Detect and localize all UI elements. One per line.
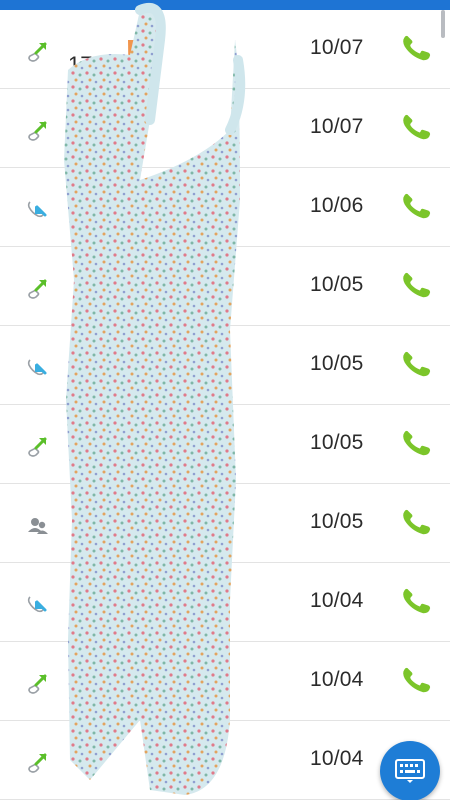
call-date: 10/05	[310, 273, 364, 296]
call-date: 10/04	[310, 668, 364, 691]
outgoing-call-icon	[24, 115, 52, 143]
dialpad-keyboard-icon	[395, 759, 425, 783]
call-date: 10/04	[310, 747, 364, 770]
outgoing-call-icon	[24, 747, 52, 775]
call-date: 10/07	[310, 36, 364, 59]
call-log-list: 10/07 10/07 10/06 10/05 10/05 10/05 10/05 10/04…	[0, 10, 450, 800]
call-date: 10/05	[310, 510, 364, 533]
call-back-button[interactable]	[398, 30, 434, 66]
call-log-row[interactable]: 10/05	[0, 484, 450, 563]
call-back-button[interactable]	[398, 425, 434, 461]
incoming-call-icon	[24, 589, 52, 617]
call-date: 10/05	[310, 352, 364, 375]
row-1-partial-number: 1705	[68, 52, 117, 77]
outgoing-call-icon	[24, 273, 52, 301]
call-back-button[interactable]	[398, 662, 434, 698]
call-log-row[interactable]: 10/04	[0, 563, 450, 642]
scroll-indicator[interactable]	[441, 10, 445, 38]
phone-icon	[398, 35, 434, 70]
call-log-row[interactable]: 10/07	[0, 89, 450, 168]
dialpad-button[interactable]	[380, 741, 440, 800]
call-date: 10/07	[310, 115, 364, 138]
phone-icon	[398, 430, 434, 465]
incoming-call-icon	[24, 194, 52, 222]
call-back-button[interactable]	[398, 583, 434, 619]
call-log-screen: 10/07 10/07 10/06 10/05 10/05 10/05 10/05 10/04…	[0, 0, 450, 800]
call-back-button[interactable]	[398, 504, 434, 540]
call-back-button[interactable]	[398, 188, 434, 224]
call-log-row[interactable]: 10/05	[0, 405, 450, 484]
outgoing-call-icon	[24, 36, 52, 64]
incoming-call-icon	[24, 352, 52, 380]
call-back-button[interactable]	[398, 267, 434, 303]
phone-icon	[398, 272, 434, 307]
outgoing-call-icon	[24, 431, 52, 459]
call-log-row[interactable]: 10/04	[0, 642, 450, 721]
call-log-row[interactable]: 10/05	[0, 326, 450, 405]
call-log-row[interactable]: 10/05	[0, 247, 450, 326]
call-date: 10/04	[310, 589, 364, 612]
phone-icon	[398, 509, 434, 544]
phone-icon	[398, 351, 434, 386]
phone-icon	[398, 588, 434, 623]
contact-group-icon	[24, 510, 52, 538]
call-date: 10/05	[310, 431, 364, 454]
call-log-row[interactable]: 10/06	[0, 168, 450, 247]
phone-icon	[398, 667, 434, 702]
app-bar-edge	[0, 0, 450, 10]
phone-icon	[398, 114, 434, 149]
call-back-button[interactable]	[398, 109, 434, 145]
call-date: 10/06	[310, 194, 364, 217]
outgoing-call-icon	[24, 668, 52, 696]
phone-icon	[398, 193, 434, 228]
call-back-button[interactable]	[398, 346, 434, 382]
